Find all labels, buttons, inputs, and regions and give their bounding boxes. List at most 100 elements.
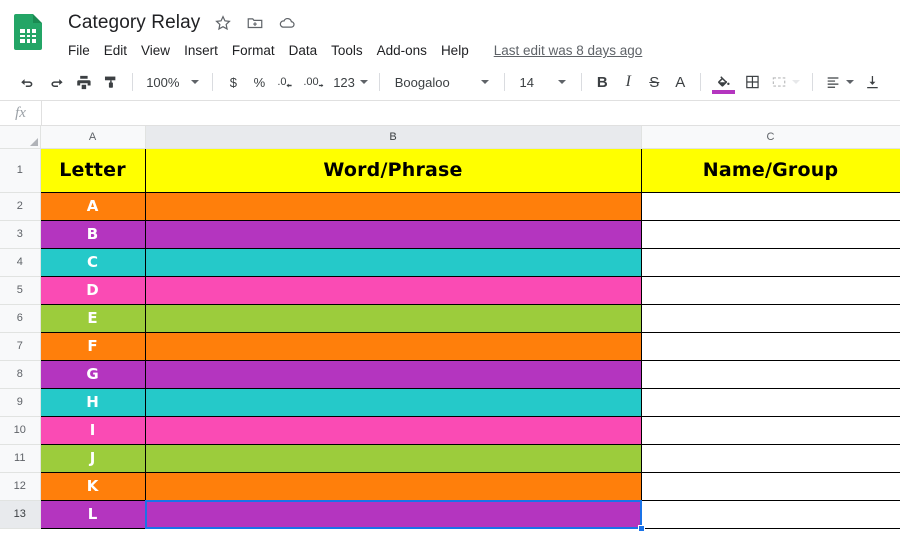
cell-a5[interactable]: D bbox=[39, 275, 146, 305]
row-header-9[interactable]: 9 bbox=[0, 387, 41, 417]
row-header-4[interactable]: 4 bbox=[0, 247, 41, 277]
row-header-2[interactable]: 2 bbox=[0, 191, 41, 221]
percent-format-button[interactable]: % bbox=[246, 69, 272, 95]
cell-a11[interactable]: J bbox=[39, 443, 146, 473]
cell-b2[interactable] bbox=[144, 191, 642, 221]
column-header-row: ABC bbox=[0, 126, 900, 149]
toolbar-divider bbox=[581, 73, 583, 91]
menu-edit[interactable]: Edit bbox=[97, 41, 134, 60]
paint-format-icon[interactable] bbox=[97, 69, 125, 95]
column-header-a[interactable]: A bbox=[39, 126, 146, 149]
font-size-selector[interactable]: 14 bbox=[511, 75, 574, 90]
cell-b8[interactable] bbox=[144, 359, 642, 389]
menu-format[interactable]: Format bbox=[225, 41, 282, 60]
row-header-1[interactable]: 1 bbox=[0, 147, 41, 193]
row-header-10[interactable]: 10 bbox=[0, 415, 41, 445]
cell-b5[interactable] bbox=[144, 275, 642, 305]
menu-file[interactable]: File bbox=[68, 41, 97, 60]
cell-b9[interactable] bbox=[144, 387, 642, 417]
cell-c8[interactable] bbox=[640, 359, 900, 389]
undo-icon[interactable] bbox=[14, 69, 42, 95]
bold-button[interactable]: B bbox=[589, 69, 615, 95]
cell-b3[interactable] bbox=[144, 219, 642, 249]
table-row: 4C bbox=[0, 247, 900, 277]
cell-a13[interactable]: L bbox=[39, 499, 146, 529]
currency-format-button[interactable]: $ bbox=[220, 69, 246, 95]
borders-icon[interactable] bbox=[739, 69, 766, 95]
menu-help[interactable]: Help bbox=[434, 41, 476, 60]
cell-c5[interactable] bbox=[640, 275, 900, 305]
column-header-b[interactable]: B bbox=[144, 126, 642, 149]
decrease-decimal-button[interactable]: .0 bbox=[272, 69, 298, 95]
cell-c7[interactable] bbox=[640, 331, 900, 361]
cell-a6[interactable]: E bbox=[39, 303, 146, 333]
horizontal-align-icon[interactable] bbox=[820, 69, 859, 95]
move-to-folder-icon[interactable] bbox=[246, 14, 264, 32]
last-edit-link[interactable]: Last edit was 8 days ago bbox=[494, 43, 643, 58]
italic-button[interactable]: I bbox=[615, 69, 641, 95]
print-icon[interactable] bbox=[70, 69, 98, 95]
row-header-11[interactable]: 11 bbox=[0, 443, 41, 473]
font-family-selector[interactable]: Boogaloo bbox=[387, 75, 497, 90]
cell-a2[interactable]: A bbox=[39, 191, 146, 221]
menu-view[interactable]: View bbox=[134, 41, 177, 60]
cell-c6[interactable] bbox=[640, 303, 900, 333]
row-header-13[interactable]: 13 bbox=[0, 499, 41, 529]
strikethrough-button[interactable]: S bbox=[641, 69, 667, 95]
cell-a8[interactable]: G bbox=[39, 359, 146, 389]
cell-a3[interactable]: B bbox=[39, 219, 146, 249]
chevron-down-icon bbox=[480, 80, 489, 84]
cell-c4[interactable] bbox=[640, 247, 900, 277]
cell-b12[interactable] bbox=[144, 471, 642, 501]
cell-a9[interactable]: H bbox=[39, 387, 146, 417]
menu-tools[interactable]: Tools bbox=[324, 41, 370, 60]
cell-c2[interactable] bbox=[640, 191, 900, 221]
text-color-button[interactable]: A bbox=[667, 69, 693, 95]
cell-c10[interactable] bbox=[640, 415, 900, 445]
vertical-align-icon[interactable] bbox=[859, 69, 886, 95]
cell-c11[interactable] bbox=[640, 443, 900, 473]
zoom-control[interactable]: 100% bbox=[140, 75, 205, 90]
cloud-saved-icon[interactable] bbox=[278, 14, 296, 32]
more-formats-button[interactable]: 123 bbox=[329, 69, 372, 95]
page-title[interactable]: Category Relay bbox=[68, 12, 200, 34]
menu-addons[interactable]: Add-ons bbox=[370, 41, 434, 60]
fx-label: fx bbox=[0, 101, 42, 125]
header-cell-name-group[interactable]: Name/Group bbox=[640, 147, 900, 193]
header-cell-letter[interactable]: Letter bbox=[39, 147, 146, 193]
row-header-7[interactable]: 7 bbox=[0, 331, 41, 361]
cell-b4[interactable] bbox=[144, 247, 642, 277]
redo-icon[interactable] bbox=[42, 69, 70, 95]
cell-b6[interactable] bbox=[144, 303, 642, 333]
fill-color-icon[interactable] bbox=[708, 69, 739, 95]
menu-insert[interactable]: Insert bbox=[177, 41, 225, 60]
header-cell-word-phrase[interactable]: Word/Phrase bbox=[144, 147, 642, 193]
cell-c9[interactable] bbox=[640, 387, 900, 417]
select-all-corner[interactable] bbox=[0, 126, 41, 149]
column-header-c[interactable]: C bbox=[640, 126, 900, 149]
sheets-logo[interactable] bbox=[14, 8, 50, 64]
font-size-value: 14 bbox=[519, 74, 534, 90]
row-header-5[interactable]: 5 bbox=[0, 275, 41, 305]
star-icon[interactable] bbox=[214, 14, 232, 32]
cell-a10[interactable]: I bbox=[39, 415, 146, 445]
cell-a12[interactable]: K bbox=[39, 471, 146, 501]
row-header-8[interactable]: 8 bbox=[0, 359, 41, 389]
cell-a7[interactable]: F bbox=[39, 331, 146, 361]
fill-handle[interactable] bbox=[637, 524, 645, 532]
row-header-3[interactable]: 3 bbox=[0, 219, 41, 249]
cell-a4[interactable]: C bbox=[39, 247, 146, 277]
row-header-12[interactable]: 12 bbox=[0, 471, 41, 501]
menu-data[interactable]: Data bbox=[282, 41, 325, 60]
row-header-6[interactable]: 6 bbox=[0, 303, 41, 333]
cell-c13[interactable] bbox=[640, 499, 900, 529]
table-row: 6E bbox=[0, 303, 900, 333]
cell-c3[interactable] bbox=[640, 219, 900, 249]
cell-b11[interactable] bbox=[144, 443, 642, 473]
title-bar: Category Relay File Edit View Insert For… bbox=[0, 0, 900, 64]
cell-b13[interactable] bbox=[144, 499, 645, 532]
increase-decimal-button[interactable]: .00 bbox=[298, 69, 329, 95]
cell-c12[interactable] bbox=[640, 471, 900, 501]
cell-b7[interactable] bbox=[144, 331, 642, 361]
cell-b10[interactable] bbox=[144, 415, 642, 445]
